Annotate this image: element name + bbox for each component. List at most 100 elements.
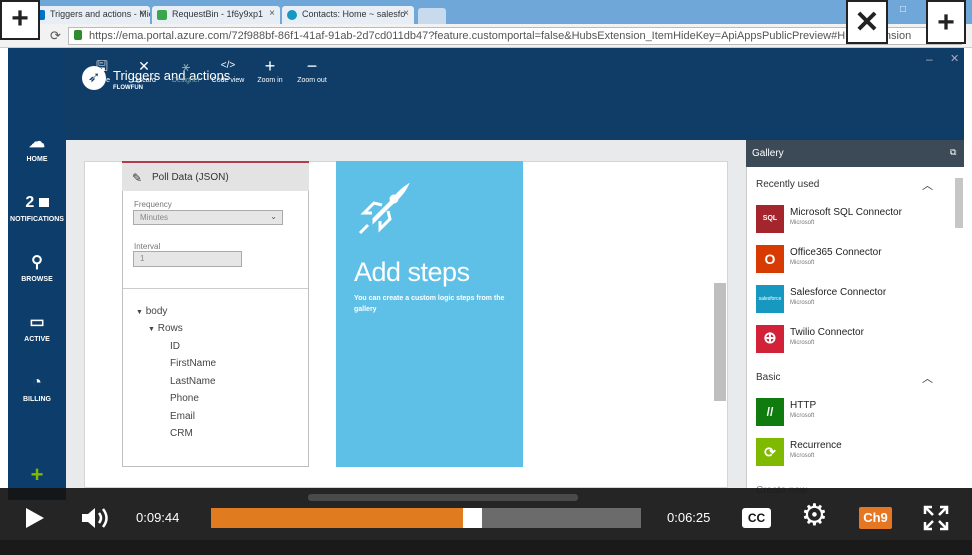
gallery-item-office365[interactable]: O Office365 Connector Microsoft	[756, 245, 946, 275]
requestbin-favicon-icon	[157, 10, 167, 20]
overlay-plus-icon[interactable]: +	[926, 0, 966, 44]
add-steps-title: Add steps	[354, 257, 470, 287]
gallery-item-twilio[interactable]: ⊕ Twilio Connector Microsoft	[756, 325, 946, 355]
tree-field[interactable]: LastName	[170, 376, 216, 387]
url-input[interactable]: https://ema.portal.azure.com/72f988bf-86…	[68, 27, 962, 45]
new-tab-button[interactable]	[418, 8, 446, 24]
browse-icon: ⚲	[31, 254, 43, 271]
plus-icon: +	[30, 462, 44, 487]
tree-field[interactable]: Phone	[170, 393, 199, 404]
code-view-button[interactable]: </> Code view	[208, 58, 248, 84]
designer-button[interactable]: ⚹ Designer	[166, 58, 206, 84]
gallery-item-http[interactable]: // HTTP Microsoft	[756, 398, 946, 428]
nav-home[interactable]: ☁ HOME	[8, 134, 66, 163]
canvas-horizontal-scrollbar[interactable]	[308, 494, 578, 501]
add-steps-panel: Add steps You can create a custom logic …	[336, 161, 523, 467]
overlay-close-icon[interactable]: ✕	[846, 0, 888, 44]
rocket-icon	[358, 183, 410, 235]
save-icon: 🖫	[96, 58, 108, 74]
popout-icon[interactable]: ⧉	[950, 147, 956, 158]
nav-label: BROWSE	[21, 276, 53, 283]
tree-node-rows[interactable]: ▼ Rows	[148, 323, 183, 334]
browser-tab-requestbin[interactable]: RequestBin - 1f6y9xp1 ×	[152, 6, 280, 24]
window-maximize-icon[interactable]: □	[900, 4, 906, 15]
gallery-item-salesforce[interactable]: salesforce Salesforce Connector Microsof…	[756, 285, 946, 315]
nav-new[interactable]: +	[8, 462, 66, 488]
tree-field[interactable]: CRM	[170, 428, 193, 439]
closed-captions-button[interactable]: CC	[742, 508, 771, 528]
discard-button[interactable]: ✕ Discard	[124, 58, 164, 84]
zoom-in-icon: +	[264, 56, 276, 76]
interval-input[interactable]: 1	[133, 251, 242, 267]
volume-icon[interactable]	[80, 505, 110, 531]
tab-title: Triggers and actions - Mic	[50, 9, 150, 19]
poll-data-header[interactable]: ✎ Poll Data (JSON)	[122, 161, 309, 191]
settings-gear-icon[interactable]: ⚙	[801, 499, 828, 533]
tree-node-body[interactable]: ▼ body	[136, 306, 167, 317]
windows-taskbar	[0, 540, 972, 555]
overlay-plus-icon[interactable]: +	[0, 0, 40, 40]
divider	[123, 288, 308, 289]
chevron-up-icon[interactable]: ︿	[922, 177, 933, 193]
active-icon: ▭	[29, 314, 45, 331]
gallery-item-sql[interactable]: SQL Microsoft SQL Connector Microsoft	[756, 205, 946, 235]
tree-field[interactable]: Email	[170, 411, 195, 422]
code-icon: </>	[220, 60, 236, 71]
nav-browse[interactable]: ⚲ BROWSE	[8, 254, 66, 283]
frequency-select[interactable]: Minutes ⌄	[133, 210, 283, 225]
tab-close-icon[interactable]: ×	[139, 8, 145, 19]
lock-icon	[74, 30, 82, 40]
http-icon: //	[756, 398, 784, 426]
zoom-in-button[interactable]: + Zoom in	[250, 56, 290, 84]
tab-close-icon[interactable]: ×	[269, 8, 275, 19]
nav-label: NOTIFICATIONS	[10, 216, 64, 223]
nav-label: ACTIVE	[24, 336, 50, 343]
elapsed-time: 0:09:44	[136, 510, 180, 525]
gallery-title: Gallery	[752, 148, 784, 159]
sql-connector-icon: SQL	[756, 205, 784, 233]
interval-label: Interval	[134, 242, 161, 251]
nav-active[interactable]: ▭ ACTIVE	[8, 314, 66, 343]
cloud-icon: ☁	[29, 134, 45, 151]
tree-field[interactable]: ID	[170, 341, 180, 352]
gallery-scrollbar[interactable]	[955, 178, 963, 228]
add-steps-description: You can create a custom logic steps from…	[354, 295, 505, 313]
reload-icon[interactable]: ⟳	[50, 28, 61, 44]
gallery-header: Gallery ⧉	[746, 140, 964, 167]
save-button[interactable]: 🖫 Save	[82, 58, 122, 84]
seek-bar-played	[211, 508, 463, 528]
remaining-time: 0:06:25	[667, 510, 711, 525]
office365-icon: O	[756, 245, 784, 273]
blade-close-icon[interactable]: ✕	[950, 52, 959, 65]
nav-notifications[interactable]: 2 NOTIFICATIONS	[8, 194, 66, 223]
nav-label: HOME	[26, 156, 48, 163]
gallery-item-recurrence[interactable]: ⟳ Recurrence Microsoft	[756, 438, 946, 468]
salesforce-icon: salesforce	[756, 285, 784, 313]
fullscreen-icon[interactable]	[922, 504, 950, 532]
gallery-section-recent: Recently used	[756, 179, 820, 190]
ch9-logo[interactable]: Ch9	[859, 507, 892, 529]
portal-left-nav: ☁ HOME 2 NOTIFICATIONS ⚲ BROWSE ▭ ACTIVE…	[8, 48, 66, 500]
billing-icon: ◔	[32, 374, 42, 391]
tab-title: RequestBin - 1f6y9xp1	[172, 9, 264, 19]
canvas-scrollbar[interactable]	[714, 283, 726, 401]
browser-tab-contacts[interactable]: Contacts: Home ~ salesfo ×	[282, 6, 414, 24]
salesforce-favicon-icon	[287, 10, 297, 20]
browser-tab-bar: Triggers and actions - Mic × RequestBin …	[0, 0, 972, 24]
zoom-out-button[interactable]: − Zoom out	[292, 57, 332, 84]
discard-icon: ✕	[138, 58, 150, 74]
play-icon[interactable]	[24, 506, 46, 530]
chevron-down-icon: ⌄	[270, 212, 277, 221]
seek-handle[interactable]	[463, 508, 482, 528]
twilio-icon: ⊕	[756, 325, 784, 353]
blade-subtitle: FLOWFUN	[113, 85, 143, 91]
blade-minimize-icon[interactable]: –	[926, 52, 933, 66]
tab-close-icon[interactable]: ×	[403, 8, 409, 19]
browser-tab-triggers[interactable]: Triggers and actions - Mic ×	[30, 6, 150, 24]
pencil-icon[interactable]: ✎	[132, 171, 142, 185]
url-text: https://ema.portal.azure.com/72f988bf-86…	[89, 30, 912, 42]
tree-field[interactable]: FirstName	[170, 358, 216, 369]
frequency-label: Frequency	[134, 200, 172, 209]
chevron-up-icon[interactable]: ︿	[922, 370, 933, 386]
nav-billing[interactable]: ◔ BILLING	[8, 374, 66, 403]
